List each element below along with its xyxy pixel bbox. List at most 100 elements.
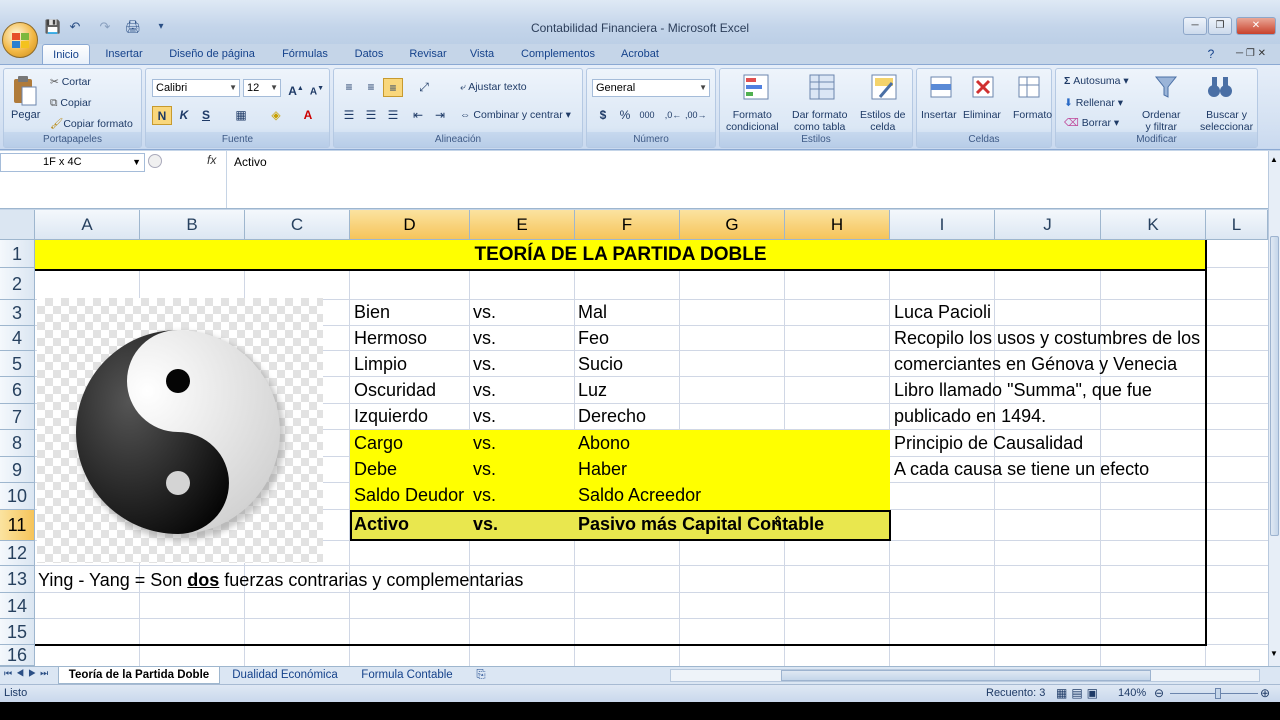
wrap-text-button[interactable]: ⤶ Ajustar texto: [460, 81, 527, 94]
note-cell[interactable]: publicado en 1494.: [894, 406, 1046, 427]
pair-right-cell[interactable]: Saldo Acreedor: [578, 485, 701, 506]
scroll-thumb[interactable]: [1270, 236, 1279, 536]
zoom-in-icon[interactable]: ⊕: [1260, 686, 1270, 700]
fill-color-icon[interactable]: ◈: [266, 106, 286, 125]
column-header-j[interactable]: J: [995, 210, 1101, 240]
pair-vs-cell[interactable]: vs.: [473, 459, 496, 480]
sheet-tab-dualidad[interactable]: Dualidad Económica: [224, 667, 346, 684]
conditional-format-button[interactable]: Formato condicional: [726, 109, 779, 133]
number-format-combo[interactable]: General ▼: [592, 79, 710, 97]
format-as-table-icon[interactable]: [808, 73, 836, 101]
note-cell[interactable]: comerciantes en Génova y Venecia: [894, 354, 1177, 375]
align-middle-icon[interactable]: ≡: [361, 78, 381, 97]
font-size-combo[interactable]: 12 ▼: [243, 79, 281, 97]
pair-right-cell[interactable]: Luz: [578, 380, 607, 401]
font-color-icon[interactable]: A: [298, 106, 318, 125]
note-cell[interactable]: Recopilo los usos y costumbres de los: [894, 328, 1200, 349]
maximize-button[interactable]: ❐: [1208, 17, 1232, 35]
insert-cells-icon[interactable]: [927, 73, 955, 101]
pair-right-cell[interactable]: Sucio: [578, 354, 623, 375]
decrease-decimal-icon[interactable]: ,00→: [685, 106, 707, 125]
sheet-nav-icon[interactable]: ⏮◀▶⏭: [4, 668, 52, 679]
shrink-font-button[interactable]: A▼: [307, 79, 327, 98]
thousands-button[interactable]: 000: [637, 106, 657, 125]
column-header-h[interactable]: H: [785, 210, 890, 240]
decrease-indent-icon[interactable]: ⇤: [408, 106, 428, 125]
note-cell[interactable]: Libro llamado "Summa", que fue: [894, 380, 1152, 401]
row-header-10[interactable]: 10: [0, 483, 35, 510]
pair-vs-cell[interactable]: vs.: [473, 302, 496, 323]
scroll-down-icon[interactable]: ▼: [1270, 649, 1278, 658]
pair-vs-cell[interactable]: vs.: [473, 328, 496, 349]
zoom-slider-thumb[interactable]: [1215, 688, 1221, 699]
column-header-f[interactable]: F: [575, 210, 680, 240]
increase-decimal-icon[interactable]: ,0←: [663, 106, 683, 125]
borders-icon[interactable]: ▦: [231, 106, 251, 125]
orientation-icon[interactable]: ⤢: [414, 78, 434, 97]
row-header-9[interactable]: 9: [0, 457, 35, 483]
paste-button[interactable]: Pegar: [11, 109, 40, 121]
cell-styles-icon[interactable]: [870, 73, 898, 101]
pair-vs-cell[interactable]: vs.: [473, 406, 496, 427]
align-right-icon[interactable]: ☰: [383, 106, 403, 125]
format-cells-icon[interactable]: [1015, 73, 1043, 101]
conditional-format-icon[interactable]: [742, 73, 770, 101]
pair-left-cell[interactable]: Bien: [354, 302, 390, 323]
align-left-icon[interactable]: ☰: [339, 106, 359, 125]
find-select-button[interactable]: Buscar y seleccionar: [1200, 109, 1253, 133]
column-header-g[interactable]: G: [680, 210, 785, 240]
sort-filter-icon[interactable]: [1152, 73, 1180, 101]
grow-font-button[interactable]: A▲: [286, 79, 306, 98]
help-icon[interactable]: ?: [1204, 44, 1218, 64]
view-buttons-icon[interactable]: ▦▤▣: [1056, 686, 1102, 700]
row-header-13[interactable]: 13: [0, 566, 35, 593]
note-cell[interactable]: A cada causa se tiene un efecto: [894, 459, 1149, 480]
yin-yang-image[interactable]: [37, 298, 323, 563]
scroll-up-icon[interactable]: ▲: [1270, 155, 1278, 164]
sheet-tab-formula[interactable]: Formula Contable: [352, 667, 462, 684]
column-header-k[interactable]: K: [1101, 210, 1206, 240]
office-button[interactable]: [2, 22, 38, 58]
cell-styles-button[interactable]: Estilos de celda: [860, 109, 906, 133]
row-header-2[interactable]: 2: [0, 268, 35, 300]
row-header-4[interactable]: 4: [0, 326, 35, 351]
column-header-c[interactable]: C: [245, 210, 350, 240]
paste-icon[interactable]: [12, 75, 38, 107]
yin-yang-caption-cell[interactable]: Ying - Yang = Son dos fuerzas contrarias…: [38, 570, 523, 591]
row-header-15[interactable]: 15: [0, 619, 35, 645]
sort-filter-button[interactable]: Ordenar y filtrar: [1142, 109, 1181, 133]
minimize-button[interactable]: ─: [1183, 17, 1207, 35]
select-all-corner[interactable]: [0, 210, 35, 240]
format-painter-button[interactable]: 🖌Copiar formato: [50, 117, 133, 130]
column-header-i[interactable]: I: [890, 210, 995, 240]
fill-button[interactable]: ⬇ Rellenar ▾: [1064, 97, 1123, 109]
pair-left-cell[interactable]: Oscuridad: [354, 380, 436, 401]
column-header-e[interactable]: E: [470, 210, 575, 240]
format-as-table-button[interactable]: Dar formato como tabla: [792, 109, 847, 133]
percent-button[interactable]: %: [615, 106, 635, 125]
insert-function-icon[interactable]: fx: [207, 153, 216, 167]
bold-button[interactable]: N: [152, 106, 172, 125]
tab-vista[interactable]: Vista: [462, 44, 502, 64]
pair-right-cell[interactable]: Derecho: [578, 406, 646, 427]
row-header-16[interactable]: 16: [0, 645, 35, 666]
pair-vs-cell[interactable]: vs.: [473, 433, 496, 454]
name-box[interactable]: 1F x 4C ▼: [0, 153, 145, 172]
align-top-icon[interactable]: ≡: [339, 78, 359, 97]
pair-vs-cell[interactable]: vs.: [473, 354, 496, 375]
zoom-level[interactable]: 140%: [1118, 687, 1146, 699]
note-cell[interactable]: Luca Pacioli: [894, 302, 991, 323]
sheet-tab-teoria[interactable]: Teoría de la Partida Doble: [58, 667, 220, 684]
align-bottom-icon[interactable]: ≡: [383, 78, 403, 97]
pair-right-cell[interactable]: Abono: [578, 433, 630, 454]
tab-formulas[interactable]: Fórmulas: [274, 44, 336, 64]
delete-cells-icon[interactable]: [969, 73, 997, 101]
binoculars-icon[interactable]: [1206, 73, 1234, 101]
pair-right-cell[interactable]: Mal: [578, 302, 607, 323]
italic-button[interactable]: K: [174, 106, 194, 125]
pair-left-cell[interactable]: Limpio: [354, 354, 407, 375]
note-cell[interactable]: Principio de Causalidad: [894, 433, 1083, 454]
clear-button[interactable]: ⌫ Borrar ▾: [1064, 117, 1119, 129]
insert-sheet-icon[interactable]: ⎘: [470, 667, 492, 684]
pair-vs-cell[interactable]: vs.: [473, 380, 496, 401]
